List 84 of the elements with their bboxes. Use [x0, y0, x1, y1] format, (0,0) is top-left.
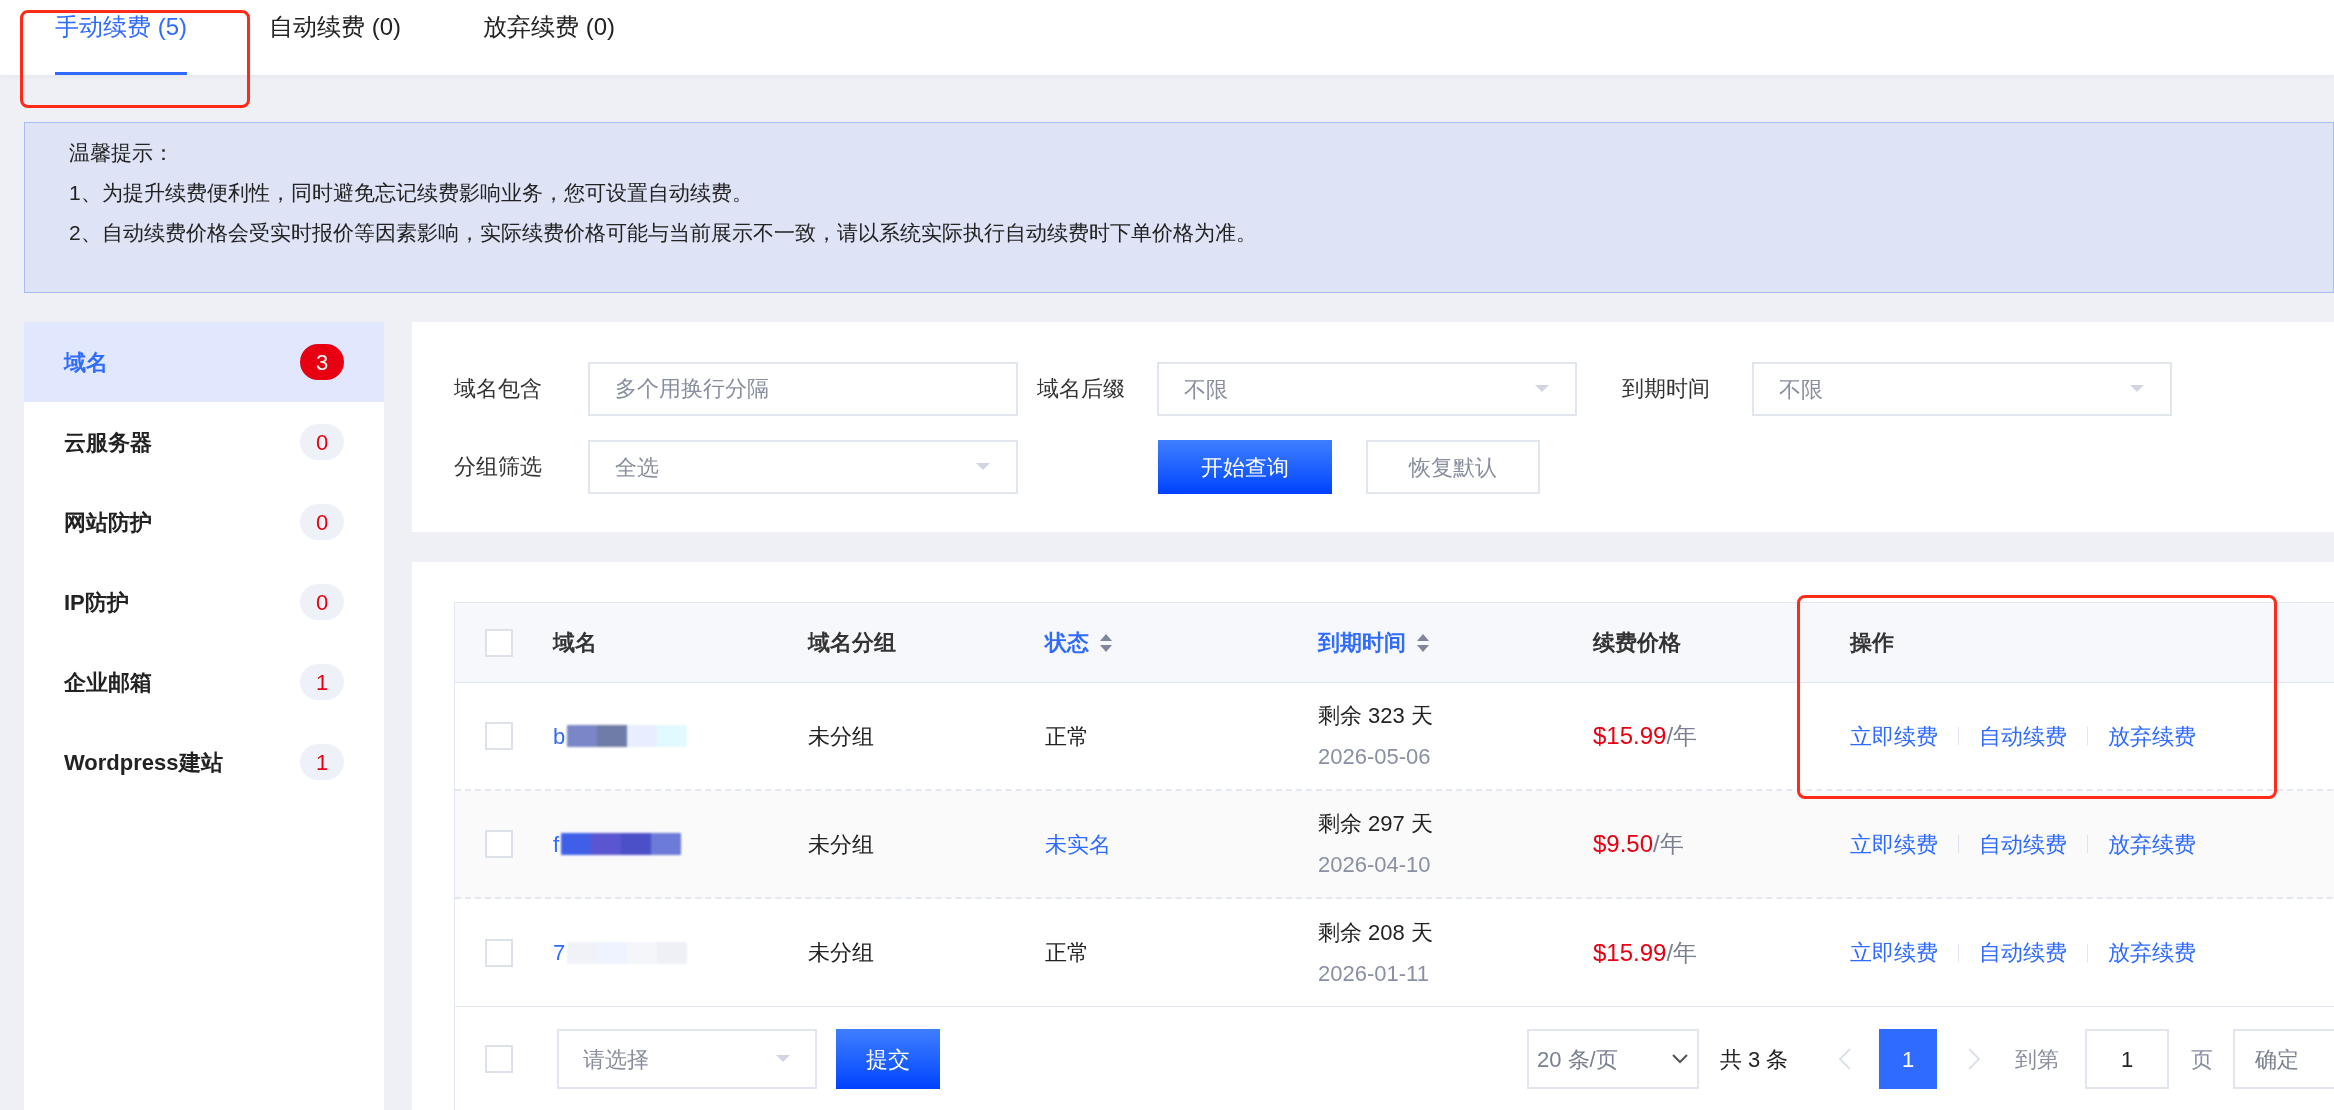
expiry-date: 2026-05-06: [1318, 743, 1432, 771]
reset-button[interactable]: 恢复默认: [1366, 440, 1540, 494]
table-cell-text: 未分组: [808, 830, 874, 859]
select-field[interactable]: 不限: [1157, 362, 1577, 416]
sidebar-item[interactable]: Wordpress建站 1: [24, 722, 384, 802]
submit-button[interactable]: 提交: [836, 1029, 940, 1089]
sidebar-item[interactable]: 网站防护 0: [24, 482, 384, 562]
select-field[interactable]: 请选择: [557, 1029, 817, 1089]
sort-icon: [1416, 632, 1430, 653]
sidebar-item[interactable]: IP防护 0: [24, 562, 384, 642]
checkbox[interactable]: [485, 830, 513, 858]
confirm-button[interactable]: 确定: [2233, 1029, 2334, 1089]
count-badge: 1: [300, 664, 344, 700]
field-label: 到期时间: [1622, 375, 1710, 403]
notice-text: 1、为提升续费便利性，同时避免忘记续费影响业务，您可设置自动续费。: [69, 180, 754, 206]
select-field[interactable]: 不限: [1752, 362, 2172, 416]
caret-icon: [775, 1054, 791, 1064]
page-input[interactable]: 1: [2085, 1029, 2169, 1089]
table-cell-text: 未分组: [808, 722, 874, 751]
checkbox[interactable]: [485, 628, 513, 657]
status-text: 正常: [1045, 722, 1089, 751]
field-label: 域名后缀: [1037, 375, 1125, 403]
input-field[interactable]: 多个用换行分隔: [588, 362, 1018, 416]
remaining-days: 剩余 323 天: [1318, 699, 1433, 732]
tab[interactable]: 自动续费 (0): [269, 0, 401, 75]
action-link[interactable]: 自动续费: [1979, 719, 2067, 753]
sidebar-item[interactable]: 域名 3: [24, 322, 384, 402]
expiry-date: 2026-04-10: [1318, 851, 1432, 879]
field-label: 分组筛选: [454, 453, 542, 481]
sidebar-item[interactable]: 企业邮箱 1: [24, 642, 384, 722]
action-link[interactable]: 自动续费: [1979, 936, 2067, 969]
goto-label: 到第: [2015, 1045, 2059, 1074]
caret-icon: [1534, 384, 1550, 394]
chevron-right-icon[interactable]: [1967, 1047, 1981, 1071]
count-badge: 3: [300, 344, 344, 380]
count-badge: 0: [300, 504, 344, 540]
column-header: 域名分组: [808, 629, 896, 657]
price-text: $15.99/年: [1593, 937, 1698, 968]
column-header[interactable]: 到期时间: [1318, 626, 1430, 659]
remaining-days: 剩余 208 天: [1318, 915, 1433, 949]
notice-title: 温馨提示：: [69, 140, 175, 166]
status-link[interactable]: 未实名: [1045, 827, 1111, 861]
chevron-left-icon[interactable]: [1838, 1047, 1852, 1071]
checkbox[interactable]: [485, 722, 513, 750]
search-button[interactable]: 开始查询: [1158, 440, 1332, 494]
action-link[interactable]: 立即续费: [1850, 936, 1938, 969]
action-link[interactable]: 立即续费: [1850, 827, 1938, 861]
count-badge: 0: [300, 424, 344, 460]
page-size-select[interactable]: 20 条/页: [1527, 1029, 1699, 1089]
remaining-days: 剩余 297 天: [1318, 807, 1433, 840]
sort-icon: [1099, 632, 1113, 653]
page-button[interactable]: 1: [1879, 1029, 1937, 1089]
page-unit: 页: [2191, 1045, 2213, 1074]
domain-link[interactable]: b: [553, 719, 566, 753]
sidebar-item[interactable]: 云服务器 0: [24, 402, 384, 482]
action-link[interactable]: 自动续费: [1979, 827, 2067, 861]
total-count: 共 3 条: [1720, 1045, 1789, 1074]
action-link[interactable]: 立即续费: [1850, 719, 1938, 753]
caret-icon: [2129, 384, 2145, 394]
column-header[interactable]: 状态: [1045, 626, 1113, 659]
chevron-down-icon: [1671, 1053, 1689, 1065]
action-link[interactable]: 放弃续费: [2108, 719, 2196, 753]
price-text: $9.50/年: [1593, 829, 1684, 859]
checkbox[interactable]: [485, 1045, 513, 1073]
field-label: 域名包含: [454, 375, 542, 403]
tab[interactable]: 放弃续费 (0): [483, 0, 615, 75]
expiry-date: 2026-01-11: [1318, 959, 1430, 988]
price-text: $15.99/年: [1593, 721, 1698, 751]
caret-icon: [975, 462, 991, 472]
select-field[interactable]: 全选: [588, 440, 1018, 494]
count-badge: 1: [300, 744, 344, 780]
domain-link[interactable]: f: [553, 827, 560, 861]
column-header: 操作: [1850, 629, 1894, 657]
domain-link[interactable]: 7: [553, 936, 566, 969]
notice-text: 2、自动续费价格会受实时报价等因素影响，实际续费价格可能与当前展示不一致，请以系统实际执行自动续费时下单价格为准。: [69, 220, 1258, 246]
status-text: 正常: [1045, 939, 1089, 967]
column-header: 续费价格: [1593, 629, 1681, 657]
table-cell-text: 未分组: [808, 939, 874, 967]
column-header: 域名: [553, 629, 597, 657]
tab[interactable]: 手动续费 (5): [55, 0, 187, 75]
action-link[interactable]: 放弃续费: [2108, 827, 2196, 861]
count-badge: 0: [300, 584, 344, 620]
checkbox[interactable]: [485, 938, 513, 967]
action-link[interactable]: 放弃续费: [2108, 936, 2196, 969]
